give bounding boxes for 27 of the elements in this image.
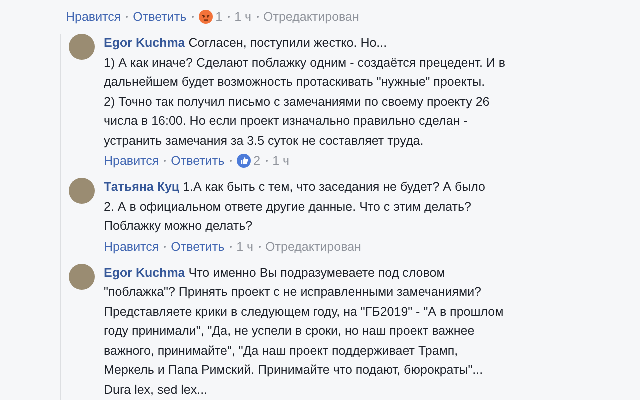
avatar[interactable] bbox=[69, 34, 95, 60]
reaction-count[interactable]: 1 bbox=[216, 10, 223, 24]
like-link[interactable]: Нравится bbox=[104, 154, 160, 168]
reply-link[interactable]: Ответить bbox=[171, 240, 225, 254]
comment-time[interactable]: 1 ч bbox=[236, 240, 254, 254]
comment-text: 1.А как быть с тем, что заседания не будет? А было bbox=[183, 179, 486, 196]
comment-text: 1) А как иначе? Сделают поблажку одним - создаётся прецедент. И в дальнейшем будет возможность протаскивать "нужные" проекты. 2) Точно так получил письмо с замечаниями по своему проекту 26 числа в 16:00. Но если проект изначально правильно сделан - устранить замечания за 3.5 суток не составляет труда. bbox=[104, 54, 506, 150]
like-link[interactable]: Нравится bbox=[66, 10, 122, 24]
thumbs-up-icon bbox=[236, 154, 251, 168]
author-name[interactable]: Egor Kuchma bbox=[104, 264, 186, 283]
reply-link[interactable]: Ответить bbox=[133, 10, 187, 24]
angry-face-icon bbox=[198, 10, 213, 24]
avatar[interactable] bbox=[69, 178, 95, 204]
author-name[interactable]: Татьяна Куц bbox=[104, 178, 180, 198]
comment-text: "поблажка"? Принять проект с не исправленными замечаниями? Представляете крики в следующем году, на "ГБ2019" - "А в прошлом году принимали", "Да, не успели в сроки, но наш проект важнее важного, принимайте", "Да наш проект поддерживает Трамп, Меркель и Папа Римский. Принимайте что подают, бюрократы"... Dura lex, sed lex... bbox=[104, 284, 504, 398]
comment-text: Что именно Вы подразумеваете под словом bbox=[188, 264, 446, 282]
comment-time[interactable]: 1 ч bbox=[272, 154, 290, 168]
edited-label[interactable]: Отредактирован bbox=[266, 240, 362, 254]
author-name[interactable]: Egor Kuchma bbox=[104, 34, 186, 54]
comment-text: 2. А в официальном ответе другие данные. Что с этим делать? Поблажку можно делать? bbox=[104, 198, 472, 235]
avatar[interactable] bbox=[69, 264, 95, 290]
edited-label[interactable]: Отредактирован bbox=[264, 10, 360, 24]
reply-link[interactable]: Ответить bbox=[171, 154, 225, 168]
comment-time[interactable]: 1 ч bbox=[234, 10, 252, 24]
reaction-count[interactable]: 2 bbox=[254, 154, 261, 168]
comment-text: Согласен, поступили жестко. Но... bbox=[188, 35, 388, 52]
like-link[interactable]: Нравится bbox=[104, 240, 160, 254]
